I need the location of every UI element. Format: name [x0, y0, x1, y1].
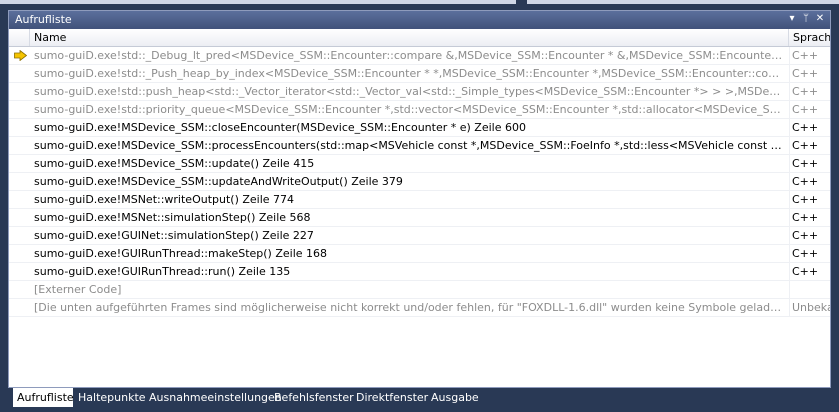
frame-language: C++: [792, 121, 819, 134]
call-stack-grid: Name Sprache sumo-guiD.exe!std::_Debug_l…: [9, 29, 830, 387]
top-chrome-strip: [0, 0, 839, 9]
stack-frame-row[interactable]: sumo-guiD.exe!MSNet::simulationStep() Ze…: [9, 209, 830, 227]
stack-frame-row[interactable]: sumo-guiD.exe!MSDevice_SSM::closeEncount…: [9, 119, 830, 137]
frame-name: sumo-guiD.exe!std::push_heap<std::_Vecto…: [34, 85, 786, 98]
stack-frame-list: sumo-guiD.exe!std::_Debug_lt_pred<MSDevi…: [9, 47, 830, 317]
column-separator: [789, 191, 790, 208]
top-strip-right: [527, 0, 839, 4]
row-gutter: [9, 137, 30, 154]
tab-haltepunkte[interactable]: Haltepunkte: [74, 388, 146, 407]
row-gutter: [9, 245, 30, 262]
frame-name: sumo-guiD.exe!MSDevice_SSM::updateAndWri…: [34, 175, 403, 188]
frame-language: C++: [792, 211, 819, 224]
column-separator: [789, 137, 790, 154]
row-gutter: [9, 155, 30, 172]
frame-language: C++: [792, 157, 819, 170]
stack-frame-row[interactable]: sumo-guiD.exe!std::_Debug_lt_pred<MSDevi…: [9, 47, 830, 65]
frame-language: C++: [792, 247, 819, 260]
stack-frame-row[interactable]: sumo-guiD.exe!GUINet::simulationStep() Z…: [9, 227, 830, 245]
panel-controls: ▾ ᛘ ✕: [786, 12, 826, 26]
frame-name: [Externer Code]: [34, 283, 122, 296]
column-separator: [789, 101, 790, 118]
row-gutter: [9, 281, 30, 298]
column-separator: [789, 119, 790, 136]
row-gutter: [9, 263, 30, 280]
grid-header: Name Sprache: [9, 29, 830, 47]
frame-name: sumo-guiD.exe!GUINet::simulationStep() Z…: [34, 229, 314, 242]
panel-title: Aufrufliste: [15, 13, 72, 26]
frame-name: sumo-guiD.exe!MSDevice_SSM::processEncou…: [34, 139, 786, 152]
frame-name: sumo-guiD.exe!std::_Debug_lt_pred<MSDevi…: [34, 49, 786, 62]
column-separator: [789, 47, 790, 64]
frame-language: C++: [792, 139, 819, 152]
row-gutter: [9, 47, 30, 64]
tab-aufrufliste[interactable]: Aufrufliste: [13, 388, 74, 407]
current-frame-arrow-icon: [14, 50, 27, 61]
frame-language: C++: [792, 103, 819, 116]
row-gutter: [9, 101, 30, 118]
row-gutter: [9, 299, 30, 316]
row-gutter: [9, 65, 30, 82]
tab-direktfenster[interactable]: Direktfenster: [352, 388, 428, 407]
stack-frame-row[interactable]: sumo-guiD.exe!std::_Push_heap_by_index<M…: [9, 65, 830, 83]
frame-language: Unbekannt: [792, 301, 830, 314]
tool-window-tabs: Aufrufliste Haltepunkte Ausnahmeeinstellun…: [0, 388, 839, 412]
frame-language: C++: [792, 85, 819, 98]
column-separator: [789, 227, 790, 244]
call-stack-panel: Aufrufliste ▾ ᛘ ✕ Name Sprache sumo-guiD…: [8, 10, 831, 388]
column-header-name[interactable]: Name: [30, 29, 789, 46]
row-gutter: [9, 83, 30, 100]
stack-frame-row[interactable]: [Die unten aufgeführten Frames sind mögl…: [9, 299, 830, 317]
frame-name: sumo-guiD.exe!GUIRunThread::makeStep() Z…: [34, 247, 328, 260]
tab-ausnahmeeinstellungen[interactable]: Ausnahmeeinstellungen: [145, 388, 282, 407]
header-gutter: [9, 29, 30, 46]
tab-befehlsfenster[interactable]: Befehlsfenster: [270, 388, 354, 407]
frame-language: C++: [792, 67, 819, 80]
row-gutter: [9, 227, 30, 244]
row-gutter: [9, 191, 30, 208]
stack-frame-row[interactable]: sumo-guiD.exe!MSDevice_SSM::update() Zei…: [9, 155, 830, 173]
frame-name: sumo-guiD.exe!MSDevice_SSM::update() Zei…: [34, 157, 315, 170]
stack-frame-row[interactable]: sumo-guiD.exe!std::priority_queue<MSDevi…: [9, 101, 830, 119]
frame-language: C++: [792, 175, 819, 188]
frame-name: sumo-guiD.exe!MSNet::writeOutput() Zeile…: [34, 193, 295, 206]
stack-frame-row[interactable]: sumo-guiD.exe!MSDevice_SSM::updateAndWri…: [9, 173, 830, 191]
row-gutter: [9, 209, 30, 226]
stack-frame-row[interactable]: sumo-guiD.exe!GUIRunThread::run() Zeile …: [9, 263, 830, 281]
frame-name: sumo-guiD.exe!std::priority_queue<MSDevi…: [34, 103, 786, 116]
column-separator: [789, 263, 790, 280]
frame-language: C++: [792, 49, 819, 62]
frame-name: sumo-guiD.exe!MSNet::simulationStep() Ze…: [34, 211, 311, 224]
frame-name: sumo-guiD.exe!std::_Push_heap_by_index<M…: [34, 67, 786, 80]
column-separator: [789, 299, 790, 316]
pin-icon[interactable]: ᛘ: [800, 12, 812, 26]
top-strip-left: [0, 0, 516, 4]
row-gutter: [9, 173, 30, 190]
row-gutter: [9, 119, 30, 136]
column-separator: [789, 173, 790, 190]
column-separator: [789, 281, 790, 298]
close-icon[interactable]: ✕: [814, 12, 826, 26]
tab-ausgabe[interactable]: Ausgabe: [427, 388, 479, 407]
frame-language: C++: [792, 265, 819, 278]
column-separator: [789, 209, 790, 226]
stack-frame-row[interactable]: sumo-guiD.exe!GUIRunThread::makeStep() Z…: [9, 245, 830, 263]
dropdown-icon[interactable]: ▾: [786, 12, 798, 26]
column-separator: [789, 155, 790, 172]
frame-language: C++: [792, 193, 819, 206]
stack-frame-row[interactable]: sumo-guiD.exe!std::push_heap<std::_Vecto…: [9, 83, 830, 101]
frame-language: C++: [792, 229, 819, 242]
stack-frame-row[interactable]: sumo-guiD.exe!MSNet::writeOutput() Zeile…: [9, 191, 830, 209]
frame-name: sumo-guiD.exe!MSDevice_SSM::closeEncount…: [34, 121, 526, 134]
stack-frame-row[interactable]: sumo-guiD.exe!MSDevice_SSM::processEncou…: [9, 137, 830, 155]
column-separator: [789, 245, 790, 262]
column-header-language[interactable]: Sprache: [789, 29, 830, 46]
panel-titlebar[interactable]: Aufrufliste ▾ ᛘ ✕: [9, 11, 830, 29]
stack-frame-row[interactable]: [Externer Code]: [9, 281, 830, 299]
column-separator: [789, 65, 790, 82]
frame-name: [Die unten aufgeführten Frames sind mögl…: [34, 301, 786, 314]
column-separator: [789, 83, 790, 100]
frame-name: sumo-guiD.exe!GUIRunThread::run() Zeile …: [34, 265, 291, 278]
